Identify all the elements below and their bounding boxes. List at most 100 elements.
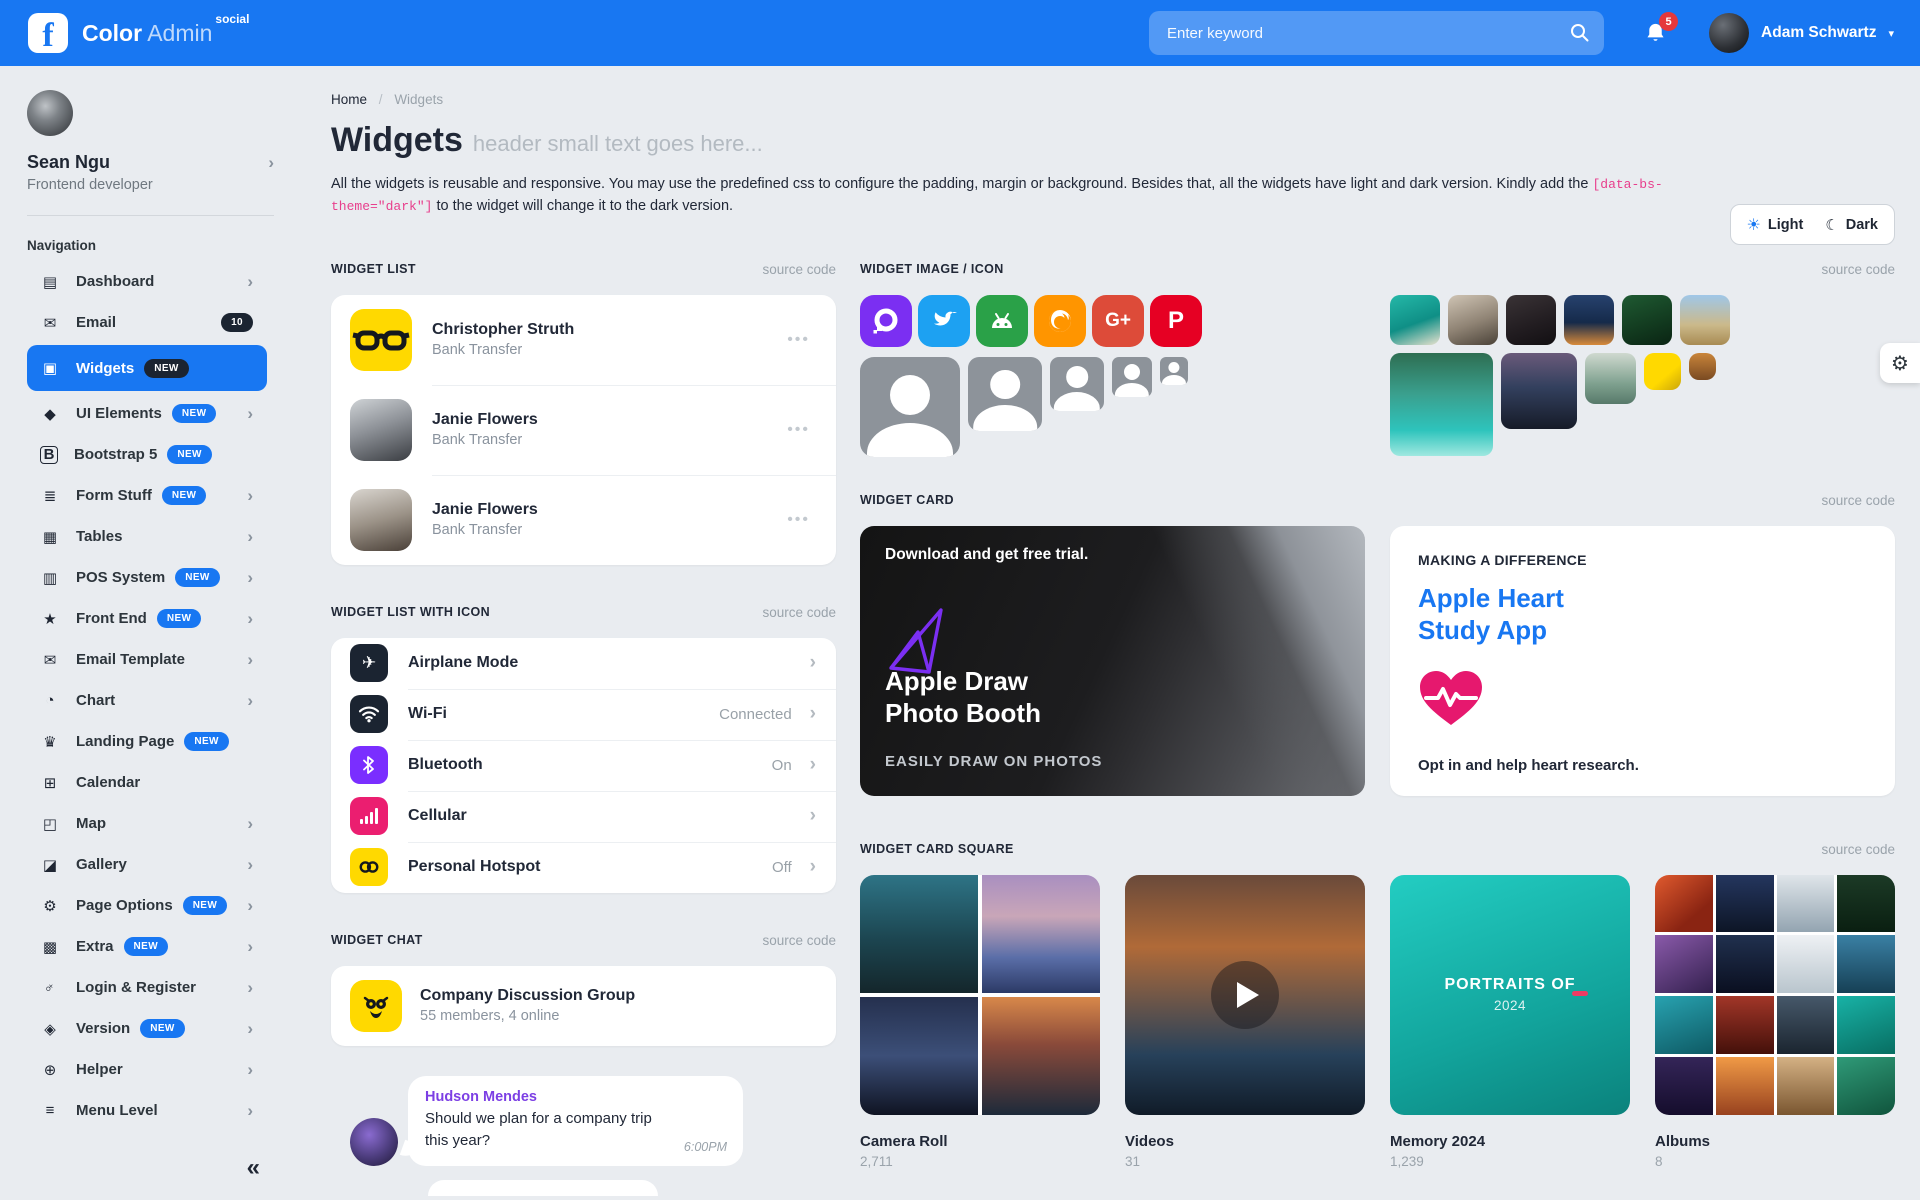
- search-icon[interactable]: [1569, 22, 1590, 43]
- list-item[interactable]: Cellular ›: [331, 791, 836, 842]
- photo-thumbnail[interactable]: [1564, 295, 1614, 345]
- person-placeholder-icon[interactable]: [1160, 357, 1188, 385]
- chat-group-card[interactable]: Company Discussion Group 55 members, 4 o…: [331, 966, 836, 1046]
- dark-mode-button[interactable]: ☾ Dark: [1825, 216, 1878, 234]
- widget-list-icon-header: WIDGET LIST WITH ICON source code: [331, 605, 836, 620]
- photo-thumbnail[interactable]: [1644, 353, 1681, 390]
- source-code-link[interactable]: source code: [1821, 262, 1895, 277]
- photo-thumbnail: [860, 875, 978, 993]
- chevron-right-icon: ›: [247, 978, 253, 998]
- breadcrumb-home[interactable]: Home: [331, 92, 367, 107]
- facebook-logo-icon[interactable]: f: [28, 13, 68, 53]
- person-placeholder-icon[interactable]: [1112, 357, 1152, 397]
- list-item[interactable]: ✈ Airplane Mode ›: [331, 638, 836, 689]
- sidebar-item-map[interactable]: ◰ Map ›: [27, 803, 267, 844]
- list-item[interactable]: Janie Flowers Bank Transfer •••: [331, 475, 836, 565]
- sidebar-item-tables[interactable]: ▦ Tables ›: [27, 516, 267, 557]
- digitalocean-icon[interactable]: [860, 295, 912, 347]
- more-options-icon[interactable]: •••: [787, 331, 810, 349]
- map-icon: ◰: [40, 815, 60, 833]
- sidebar-item-bootstrap5[interactable]: B Bootstrap 5 NEW: [27, 434, 267, 475]
- photo-thumbnail[interactable]: [1448, 295, 1498, 345]
- person-placeholder-icon[interactable]: [860, 357, 960, 457]
- envelope-icon: ✉: [40, 651, 60, 669]
- photo-thumbnail[interactable]: [1585, 353, 1636, 404]
- theme-panel-button[interactable]: ⚙: [1880, 343, 1920, 383]
- sidebar-item-gallery[interactable]: ◪ Gallery ›: [27, 844, 267, 885]
- list-item[interactable]: Personal Hotspot Off ›: [331, 842, 836, 893]
- pinterest-icon[interactable]: P: [1150, 295, 1202, 347]
- source-code-link[interactable]: source code: [1821, 842, 1895, 857]
- photo-thumbnail[interactable]: [1622, 295, 1672, 345]
- photo-thumbnail[interactable]: [1390, 353, 1493, 456]
- profile-avatar[interactable]: [27, 90, 73, 136]
- new-badge: NEW: [175, 568, 220, 587]
- chat-timestamp: 6:00PM: [684, 1140, 727, 1154]
- more-options-icon[interactable]: •••: [787, 421, 810, 439]
- list-item[interactable]: Christopher Struth Bank Transfer •••: [331, 295, 836, 385]
- info-card[interactable]: MAKING A DIFFERENCE Apple Heart Study Ap…: [1390, 526, 1895, 796]
- sidebar-collapse-icon[interactable]: «: [247, 1154, 260, 1182]
- photo-thumbnail[interactable]: [1680, 295, 1730, 345]
- sidebar-item-email[interactable]: ✉ Email 10: [27, 302, 267, 343]
- sidebar-item-extra[interactable]: ▩ Extra NEW ›: [27, 926, 267, 967]
- sidebar-item-calendar[interactable]: ⊞ Calendar: [27, 762, 267, 803]
- sidebar-item-page-options[interactable]: ⚙ Page Options NEW ›: [27, 885, 267, 926]
- photo-thumbnail[interactable]: [1689, 353, 1716, 380]
- chevron-right-icon: ›: [247, 527, 253, 547]
- photo-grid-card[interactable]: [860, 875, 1100, 1115]
- sidebar-item-chart[interactable]: ◔ Chart ›: [27, 680, 267, 721]
- person-placeholder-icon[interactable]: [968, 357, 1042, 431]
- source-code-link[interactable]: source code: [762, 933, 836, 948]
- brand-title[interactable]: Color Adminsocial: [82, 20, 246, 47]
- person-placeholder-icon[interactable]: [1050, 357, 1104, 411]
- widgets-icon: ▣: [40, 359, 60, 377]
- gear-icon: ⚙: [1891, 351, 1909, 376]
- sidebar-item-login-register[interactable]: ♀ Login & Register ›: [27, 967, 267, 1008]
- sidebar-item-front-end[interactable]: ★ Front End NEW ›: [27, 598, 267, 639]
- photo-thumbnail[interactable]: [1506, 295, 1556, 345]
- photo-thumbnail[interactable]: [1501, 353, 1577, 429]
- light-mode-button[interactable]: ☀ Light: [1747, 215, 1804, 235]
- memory-card[interactable]: PORTRAITS OF 2024: [1390, 875, 1630, 1115]
- sidebar-item-dashboard[interactable]: ▤ Dashboard ›: [27, 261, 267, 302]
- sidebar-item-email-template[interactable]: ✉ Email Template ›: [27, 639, 267, 680]
- new-badge: NEW: [184, 732, 229, 751]
- widget-list-card: Christopher Struth Bank Transfer ••• Jan…: [331, 295, 836, 565]
- play-button[interactable]: [1211, 961, 1279, 1029]
- sidebar-item-ui-elements[interactable]: ◆ UI Elements NEW ›: [27, 393, 267, 434]
- chevron-right-icon: ›: [247, 609, 253, 629]
- android-icon[interactable]: [976, 295, 1028, 347]
- twitter-icon[interactable]: [918, 295, 970, 347]
- profile-name[interactable]: Sean Ngu: [27, 152, 268, 173]
- sidebar-item-menu-level[interactable]: ≡ Menu Level ›: [27, 1090, 267, 1131]
- video-card[interactable]: [1125, 875, 1365, 1115]
- photo-thumbnail[interactable]: [1390, 295, 1440, 345]
- sidebar-item-pos-system[interactable]: ▥ POS System NEW ›: [27, 557, 267, 598]
- list-item[interactable]: Bluetooth On ›: [331, 740, 836, 791]
- source-code-link[interactable]: source code: [762, 605, 836, 620]
- sidebar-item-helper[interactable]: ⊕ Helper ›: [27, 1049, 267, 1090]
- firefox-icon[interactable]: [1034, 295, 1086, 347]
- intro-text: All the widgets is reusable and responsi…: [331, 174, 1731, 218]
- sidebar-item-widgets[interactable]: ▣ Widgets NEW: [27, 345, 267, 391]
- chevron-down-icon: ▾: [1888, 27, 1894, 40]
- search-input[interactable]: [1149, 11, 1604, 55]
- list-item[interactable]: Janie Flowers Bank Transfer •••: [331, 385, 836, 475]
- sidebar-item-form-stuff[interactable]: ≣ Form Stuff NEW ›: [27, 475, 267, 516]
- more-options-icon[interactable]: •••: [787, 511, 810, 529]
- album-grid-card[interactable]: [1655, 875, 1895, 1115]
- table-icon: ▦: [40, 528, 60, 546]
- info-eyebrow: MAKING A DIFFERENCE: [1418, 552, 1867, 568]
- list-item[interactable]: Wi-Fi Connected ›: [331, 689, 836, 740]
- source-code-link[interactable]: source code: [762, 262, 836, 277]
- notifications-button[interactable]: 5: [1644, 21, 1667, 45]
- google-plus-icon[interactable]: G+: [1092, 295, 1144, 347]
- gift-icon: ▩: [40, 938, 60, 956]
- sidebar-item-version[interactable]: ◈ Version NEW ›: [27, 1008, 267, 1049]
- source-code-link[interactable]: source code: [1821, 493, 1895, 508]
- sidebar-item-landing-page[interactable]: ♛ Landing Page NEW: [27, 721, 267, 762]
- promo-card[interactable]: Download and get free trial. Apple Draw …: [860, 526, 1365, 796]
- chevron-right-icon[interactable]: ›: [268, 153, 274, 173]
- user-menu[interactable]: Adam Schwartz ▾: [1709, 13, 1894, 53]
